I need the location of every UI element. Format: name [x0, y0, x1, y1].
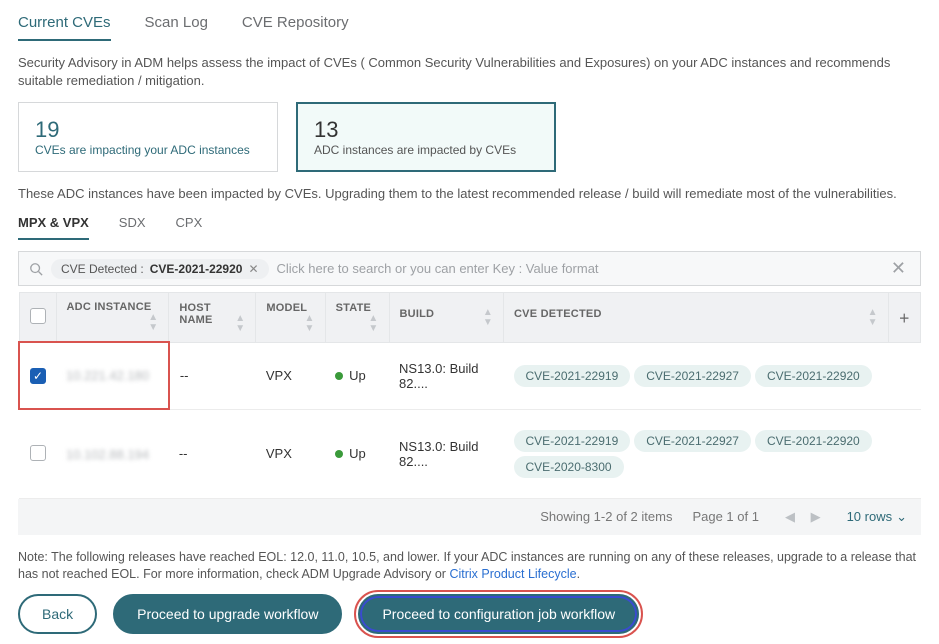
table-pager: Showing 1-2 of 2 items Page 1 of 1 ◀ ▶ 1…	[18, 499, 921, 535]
add-column-icon[interactable]: ＋	[888, 293, 920, 343]
sort-icon: ▲▼	[304, 314, 314, 334]
card-cves-label: CVEs are impacting your ADC instances	[35, 143, 261, 157]
cve-chip[interactable]: CVE-2021-22927	[634, 430, 751, 452]
cell-host-name: --	[169, 342, 256, 409]
col-select-all[interactable]	[19, 293, 56, 343]
filter-chip-value: CVE-2021-22920	[150, 262, 243, 276]
tab-cve-repository[interactable]: CVE Repository	[242, 10, 349, 41]
card-cves-impacting[interactable]: 19 CVEs are impacting your ADC instances	[18, 102, 278, 172]
cell-build: NS13.0: Build 82....	[389, 409, 504, 498]
cve-chip[interactable]: CVE-2021-22920	[755, 430, 872, 452]
table-row: 10.102.88.194--VPXUpNS13.0: Build 82....…	[19, 409, 921, 498]
eol-note: Note: The following releases have reache…	[18, 549, 921, 584]
cell-cve-detected: CVE-2021-22919CVE-2021-22927CVE-2021-229…	[504, 342, 889, 409]
card-cves-count: 19	[35, 117, 261, 143]
card-instances-label: ADC instances are impacted by CVEs	[314, 143, 538, 157]
cve-chip[interactable]: CVE-2021-22927	[634, 365, 751, 387]
cell-model: VPX	[256, 409, 325, 498]
search-bar[interactable]: CVE Detected : CVE-2021-22920 ✕ Click he…	[18, 251, 921, 286]
card-instances-count: 13	[314, 117, 538, 143]
filter-chip-cve-detected[interactable]: CVE Detected : CVE-2021-22920 ✕	[51, 259, 269, 279]
filter-chip-remove-icon[interactable]: ✕	[248, 262, 258, 276]
platform-tabs: MPX & VPX SDX CPX	[18, 211, 921, 241]
row-checkbox[interactable]: ✓	[30, 368, 46, 384]
tab-cpx[interactable]: CPX	[176, 211, 203, 240]
select-all-checkbox[interactable]	[30, 308, 46, 324]
status-up-icon	[335, 372, 343, 380]
col-build[interactable]: BUILD▲▼	[389, 293, 504, 343]
cell-cve-detected: CVE-2021-22919CVE-2021-22927CVE-2021-229…	[504, 409, 889, 498]
col-cve-detected[interactable]: CVE DETECTED▲▼	[504, 293, 889, 343]
tab-sdx[interactable]: SDX	[119, 211, 146, 240]
cell-host-name: --	[169, 409, 256, 498]
col-adc-instance[interactable]: ADC INSTANCE▲▼	[56, 293, 169, 343]
sort-icon: ▲▼	[148, 313, 158, 333]
summary-cards: 19 CVEs are impacting your ADC instances…	[18, 102, 921, 172]
card-instances-impacted[interactable]: 13 ADC instances are impacted by CVEs	[296, 102, 556, 172]
cell-build: NS13.0: Build 82....	[389, 342, 504, 409]
search-input[interactable]: Click here to search or you can enter Ke…	[277, 261, 879, 276]
cell-adc-instance[interactable]: 10.221.42.180	[56, 342, 169, 409]
cve-chip[interactable]: CVE-2021-22920	[755, 365, 872, 387]
cell-adc-instance[interactable]: 10.102.88.194	[56, 409, 169, 498]
sort-icon: ▲▼	[368, 314, 378, 334]
impact-note: These ADC instances have been impacted b…	[18, 186, 921, 201]
instances-table: ADC INSTANCE▲▼ HOST NAME▲▼ MODEL▲▼ STATE…	[18, 292, 921, 499]
row-checkbox[interactable]	[30, 445, 46, 461]
col-model[interactable]: MODEL▲▼	[256, 293, 325, 343]
cve-chip[interactable]: CVE-2021-22919	[514, 430, 631, 452]
table-row: ✓ 10.221.42.180--VPXUpNS13.0: Build 82...…	[19, 342, 921, 409]
pager-prev-icon[interactable]: ◀	[779, 509, 801, 524]
cve-chip[interactable]: CVE-2021-22919	[514, 365, 631, 387]
pager-rows-select[interactable]: 10 rows⌄	[847, 509, 907, 525]
search-icon	[29, 262, 43, 276]
pager-next-icon[interactable]: ▶	[805, 509, 827, 524]
filter-chip-key: CVE Detected :	[61, 262, 144, 276]
cell-state: Up	[325, 409, 389, 498]
cell-model: VPX	[256, 342, 325, 409]
tab-current-cves[interactable]: Current CVEs	[18, 10, 111, 41]
sort-icon: ▲▼	[483, 308, 493, 328]
cve-chip[interactable]: CVE-2020-8300	[514, 456, 624, 478]
cell-state: Up	[325, 342, 389, 409]
col-state[interactable]: STATE▲▼	[325, 293, 389, 343]
pager-page: Page 1 of 1	[692, 509, 759, 524]
col-host-name[interactable]: HOST NAME▲▼	[169, 293, 256, 343]
search-clear-icon[interactable]: ✕	[887, 258, 910, 279]
status-up-icon	[335, 450, 343, 458]
pager-showing: Showing 1-2 of 2 items	[540, 509, 672, 524]
sort-icon: ▲▼	[235, 314, 245, 334]
chevron-down-icon: ⌄	[892, 509, 907, 524]
main-tabs: Current CVEs Scan Log CVE Repository	[18, 10, 921, 42]
tab-mpx-vpx[interactable]: MPX & VPX	[18, 211, 89, 240]
citrix-lifecycle-link[interactable]: Citrix Product Lifecycle	[449, 567, 576, 581]
advisory-description: Security Advisory in ADM helps assess th…	[18, 54, 921, 90]
tab-scan-log[interactable]: Scan Log	[145, 10, 208, 41]
sort-icon: ▲▼	[868, 308, 878, 328]
